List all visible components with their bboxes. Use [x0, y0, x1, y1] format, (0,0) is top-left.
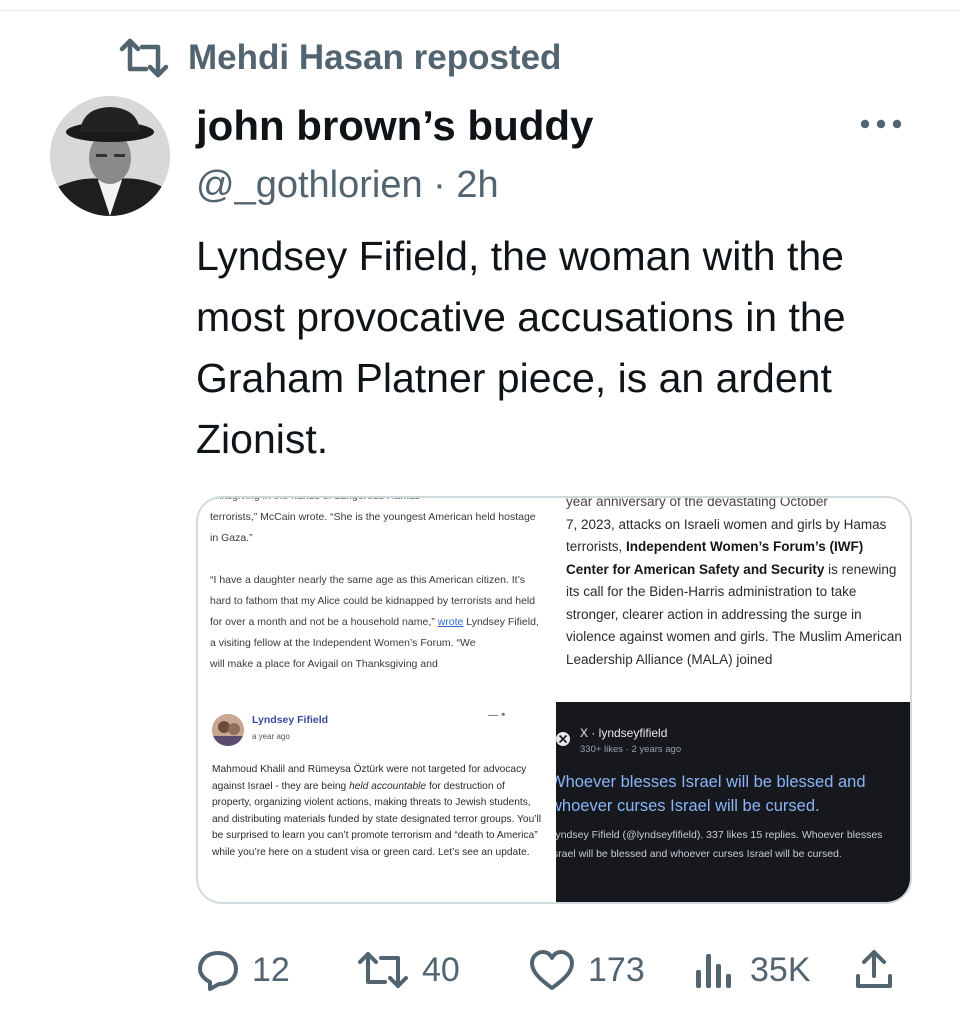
- post-time[interactable]: 2h: [456, 164, 498, 206]
- more-options-icon[interactable]: [858, 112, 904, 136]
- avatar-image: [50, 96, 170, 216]
- share-icon: [856, 950, 892, 988]
- article-paragraph-2: “I have a daughter nearly the same age a…: [198, 570, 548, 654]
- media-image[interactable]: anksgiving in the hands of dangerous Ham…: [196, 496, 912, 904]
- avatar[interactable]: [50, 96, 170, 216]
- x-logo-icon: [556, 732, 570, 746]
- heart-icon: [530, 950, 574, 990]
- repost-icon: [119, 38, 169, 78]
- press-text-2: is renewing its call for the Biden-Harri…: [566, 561, 902, 667]
- view-count: 35K: [750, 950, 811, 989]
- tweet-text: Lyndsey Fifield, the woman with the most…: [196, 233, 846, 462]
- search-result-screenshot: X · lyndseyfifield 330+ likes · 2 years …: [556, 702, 910, 902]
- repost-count: 40: [422, 950, 460, 989]
- x-result-quote: Whoever blesses Israel will be blessed a…: [556, 773, 866, 815]
- meta-separator: ·: [422, 164, 457, 206]
- article-cut-bottom: will make a place for Avigail on Thanksg…: [210, 658, 438, 670]
- repost-icon: [358, 952, 408, 988]
- facebook-post-screenshot: Lyndsey Fifield a year ago — ⁍ Mahmoud K…: [198, 698, 556, 902]
- x-result-source: X · lyndseyfifield: [580, 726, 668, 740]
- like-button[interactable]: 173: [528, 940, 645, 1000]
- article-cut-line: anksgiving in the hands of dangerous Ham…: [198, 498, 548, 507]
- x-result-meta: 330+ likes · 2 years ago: [580, 744, 682, 755]
- fb-post-body: Mahmoud Khalil and Rümeysa Öztürk were n…: [212, 762, 542, 861]
- article-link: wrote: [437, 616, 464, 628]
- author-handle[interactable]: @_gothlorien: [196, 164, 423, 206]
- reply-count: 12: [252, 950, 290, 989]
- top-divider: [0, 10, 960, 11]
- fb-body-part-2: for destruction of property, organizing …: [212, 780, 542, 858]
- like-count: 173: [588, 950, 645, 989]
- repost-context[interactable]: Mehdi Hasan reposted: [118, 36, 561, 80]
- reply-icon: [198, 951, 238, 991]
- author-display-name[interactable]: john brown’s buddy: [196, 102, 593, 150]
- repost-label: Mehdi Hasan reposted: [188, 38, 562, 77]
- fb-post-header: Lyndsey Fifield a year ago: [212, 714, 328, 746]
- views-chart-icon: [696, 954, 731, 988]
- press-paragraph: 7, 2023, attacks on Israeli women and gi…: [556, 514, 910, 672]
- fb-body-emphasis: held accountable: [349, 780, 427, 792]
- share-button[interactable]: [852, 940, 896, 1000]
- press-release-screenshot: year anniversary of the devastating Octo…: [556, 498, 910, 702]
- article-screenshot: anksgiving in the hands of dangerous Ham…: [198, 498, 548, 698]
- views-button[interactable]: 35K: [692, 940, 811, 1000]
- x-result-snippet: Lyndsey Fifield (@lyndseyfifield). 337 l…: [556, 829, 883, 860]
- action-bar: 12 40 173 35K: [0, 940, 960, 1000]
- repost-button[interactable]: 40: [356, 940, 460, 1000]
- fb-avatar: [212, 714, 244, 746]
- article-paragraph-1: terrorists,” McCain wrote. “She is the y…: [210, 511, 536, 544]
- author-meta: @_gothlorien · 2h: [196, 164, 499, 207]
- fb-author-name: Lyndsey Fifield: [252, 714, 329, 726]
- reply-button[interactable]: 12: [196, 940, 290, 1000]
- fb-window-controls: — ⁍: [488, 710, 506, 721]
- press-cut-line: year anniversary of the devastating Octo…: [566, 498, 828, 509]
- fb-post-time: a year ago: [252, 732, 290, 741]
